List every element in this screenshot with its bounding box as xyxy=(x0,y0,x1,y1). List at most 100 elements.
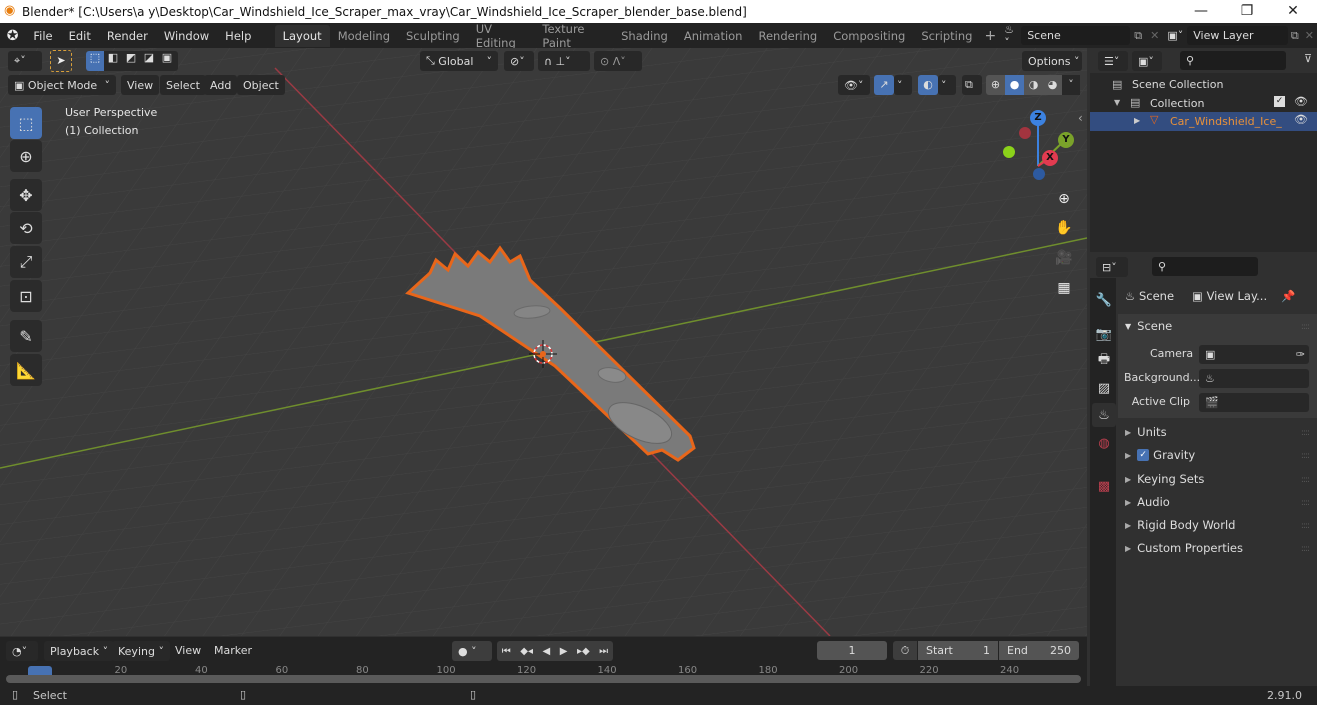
editor-type-icon[interactable]: ⌖˅ xyxy=(8,51,42,71)
gizmo-toggle-icon[interactable]: ↗ xyxy=(874,75,894,95)
visibility-icon[interactable]: 👁˅ xyxy=(838,75,870,95)
tab-animation[interactable]: Animation xyxy=(676,25,751,47)
camera-field[interactable]: ▣ ✑ xyxy=(1199,345,1309,364)
expand-arrow-icon[interactable]: ▶ xyxy=(1134,116,1140,125)
view-layer-properties-icon[interactable]: ▨ xyxy=(1092,376,1116,400)
outliner-item-object[interactable]: Car_Windshield_Ice_ xyxy=(1170,115,1282,128)
snap-icon[interactable]: ∩ ⊥˅ xyxy=(538,51,590,71)
delete-viewlayer-icon[interactable]: ✕ xyxy=(1302,29,1317,42)
viewport-menu-add[interactable]: Add xyxy=(204,75,238,95)
overlay-toggle-icon[interactable]: ◐ xyxy=(918,75,938,95)
viewlayer-field[interactable]: View Layer xyxy=(1187,26,1288,45)
ortho-toggle-icon[interactable]: ▦ xyxy=(1051,275,1077,301)
drag-handle-icon[interactable]: :::: xyxy=(1301,498,1310,508)
auto-keying-button[interactable]: ● ˅ xyxy=(452,641,492,661)
rendered-shading-icon[interactable]: ◕ xyxy=(1043,75,1062,95)
outliner-editor-type-icon[interactable]: ☰˅ xyxy=(1098,51,1128,71)
menu-render[interactable]: Render xyxy=(99,29,156,43)
panel-keying-sets[interactable]: ▶ Keying Sets xyxy=(1125,472,1204,486)
zoom-view-icon[interactable]: ⊕ xyxy=(1051,186,1077,212)
outliner-item-collection[interactable]: Collection xyxy=(1150,97,1204,110)
stopwatch-icon[interactable]: ⏱ xyxy=(893,641,917,660)
scene-properties-icon[interactable]: ♨ xyxy=(1092,403,1116,427)
wireframe-shading-icon[interactable]: ⊕ xyxy=(986,75,1005,95)
panel-units[interactable]: ▶ Units xyxy=(1125,425,1167,439)
select-intersect-icon[interactable]: ▣ xyxy=(158,51,176,71)
material-shading-icon[interactable]: ◑ xyxy=(1024,75,1043,95)
menu-help[interactable]: Help xyxy=(217,29,259,43)
end-frame-field[interactable]: End 250 xyxy=(999,641,1079,660)
menu-edit[interactable]: Edit xyxy=(61,29,99,43)
current-frame-field[interactable]: 1 xyxy=(817,641,887,660)
background-field[interactable]: ♨ xyxy=(1199,369,1309,388)
filter-icon[interactable]: ⊽ xyxy=(1304,52,1312,65)
next-keyframe-icon[interactable]: ▸◆ xyxy=(577,646,590,657)
pan-view-icon[interactable]: ✋ xyxy=(1051,215,1077,241)
play-reverse-icon[interactable]: ◀ xyxy=(543,646,551,657)
keying-menu[interactable]: Keying ˅ xyxy=(112,641,170,661)
eyedropper-icon[interactable]: ✑ xyxy=(1296,348,1305,361)
cursor-tool[interactable]: ⊕ xyxy=(10,140,42,172)
properties-editor-type-icon[interactable]: ⊟˅ xyxy=(1096,257,1128,277)
sidebar-toggle-icon[interactable]: ‹ xyxy=(1078,111,1083,125)
output-properties-icon[interactable]: 🖶 xyxy=(1092,349,1116,373)
panel-rigid-body-world[interactable]: ▶ Rigid Body World xyxy=(1125,518,1235,532)
viewport-menu-object[interactable]: Object xyxy=(237,75,285,95)
pin-icon[interactable]: 📌 xyxy=(1281,289,1295,303)
timeline-view-menu[interactable]: View xyxy=(175,644,201,657)
gizmo-z-axis[interactable]: Z xyxy=(1030,110,1046,126)
select-invert-icon[interactable]: ◪ xyxy=(140,51,158,71)
jump-start-icon[interactable]: ⏮ xyxy=(502,646,511,657)
select-subtract-icon[interactable]: ◩ xyxy=(122,51,140,71)
drag-handle-icon[interactable]: :::: xyxy=(1301,322,1310,332)
expand-arrow-icon[interactable]: ▼ xyxy=(1114,98,1120,107)
viewport-menu-select[interactable]: Select xyxy=(160,75,206,95)
drag-handle-icon[interactable]: :::: xyxy=(1301,475,1310,485)
active-clip-field[interactable]: 🎬 xyxy=(1199,393,1309,412)
menu-window[interactable]: Window xyxy=(156,29,217,43)
shading-dropdown[interactable]: ˅ xyxy=(1062,75,1080,95)
mode-dropdown[interactable]: ▣ Object Mode ˅ xyxy=(8,75,116,95)
pivot-point-icon[interactable]: ⊘˅ xyxy=(504,51,534,71)
minimize-button[interactable]: — xyxy=(1178,0,1224,23)
drag-handle-icon[interactable]: :::: xyxy=(1301,521,1310,531)
drag-handle-icon[interactable]: :::: xyxy=(1301,544,1310,554)
proportional-edit-icon[interactable]: ⊙ Λ˅ xyxy=(594,51,642,71)
overlay-dropdown[interactable]: ˅ xyxy=(938,75,956,95)
select-new-icon[interactable]: ⬚ xyxy=(86,51,104,71)
add-workspace-button[interactable]: + xyxy=(980,28,1000,44)
scene-panel-header[interactable]: ▼ Scene xyxy=(1125,319,1172,333)
start-frame-field[interactable]: Start 1 xyxy=(918,641,998,660)
annotate-tool[interactable]: ✎ xyxy=(10,320,42,352)
display-mode-icon[interactable]: ▣˅ xyxy=(1132,51,1162,71)
camera-view-icon[interactable]: 🎥 xyxy=(1051,245,1077,271)
gravity-checkbox[interactable]: ✓ xyxy=(1137,449,1150,461)
close-button[interactable]: ✕ xyxy=(1270,0,1316,23)
viewport-menu-view[interactable]: View xyxy=(121,75,160,95)
properties-search-input[interactable]: ⚲ xyxy=(1152,257,1258,276)
new-scene-icon[interactable]: ⧉ xyxy=(1130,29,1146,43)
tab-shading[interactable]: Shading xyxy=(613,25,676,47)
timeline-marker-menu[interactable]: Marker xyxy=(214,644,252,657)
scale-tool[interactable]: ⤢ xyxy=(10,246,42,278)
options-dropdown[interactable]: Options ˅ xyxy=(1022,51,1082,71)
texture-properties-icon[interactable]: ▩ xyxy=(1092,474,1116,498)
transform-tool[interactable]: ⊡ xyxy=(10,280,42,312)
playback-menu[interactable]: Playback ˅ xyxy=(44,641,115,661)
panel-audio[interactable]: ▶ Audio xyxy=(1125,495,1170,509)
exclude-checkbox[interactable]: ✓ xyxy=(1274,96,1285,107)
world-properties-icon[interactable]: ◍ xyxy=(1092,431,1116,455)
move-tool[interactable]: ✥ xyxy=(10,179,42,211)
select-extend-icon[interactable]: ◧ xyxy=(104,51,122,71)
scene-field[interactable]: Scene xyxy=(1021,26,1131,45)
restore-button[interactable]: ❐ xyxy=(1224,0,1270,23)
jump-end-icon[interactable]: ⏭ xyxy=(599,646,608,657)
blender-menu-icon[interactable]: ✪ xyxy=(0,28,25,44)
play-icon[interactable]: ▶ xyxy=(560,646,568,657)
scene-selector-icon[interactable]: ♨˅ xyxy=(1000,23,1021,49)
select-tool-icon[interactable]: ➤ xyxy=(50,50,72,72)
timeline-editor-type-icon[interactable]: ◔˅ xyxy=(6,641,38,661)
prev-keyframe-icon[interactable]: ◆◂ xyxy=(520,646,533,657)
solid-shading-icon[interactable]: ● xyxy=(1005,75,1024,95)
panel-custom-properties[interactable]: ▶ Custom Properties xyxy=(1125,541,1243,555)
